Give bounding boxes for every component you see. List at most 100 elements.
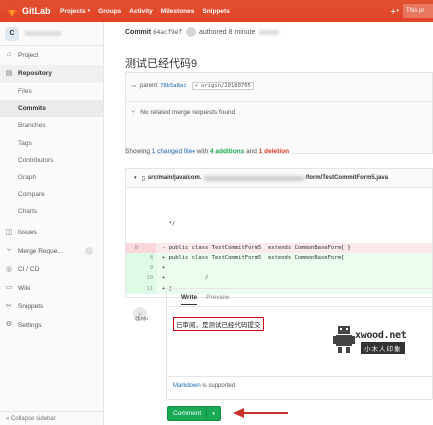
sidebar-item-snippets[interactable]: ✂ Snippets xyxy=(0,298,103,317)
new-line-number[interactable]: 10 xyxy=(141,273,156,284)
new-line-number[interactable]: 8 xyxy=(141,252,156,264)
avatar[interactable] xyxy=(185,27,196,37)
chevron-down-icon[interactable]: ▾ xyxy=(134,175,137,181)
nav-groups[interactable]: Groups xyxy=(98,8,121,15)
branch-icon: ⑂ xyxy=(194,83,198,89)
diff-line: 9 + xyxy=(126,263,432,274)
count-badge xyxy=(84,247,93,256)
diff-file-header[interactable]: ▾ ▯ src/main/java/com. /form/TestCommitF… xyxy=(126,169,432,188)
chevron-down-icon: ▾ xyxy=(396,8,399,14)
diff-spacer xyxy=(126,229,432,243)
changed-files-link[interactable]: 1 changed file xyxy=(152,148,192,155)
arrow-annotation-icon xyxy=(233,408,288,418)
old-line-number[interactable] xyxy=(126,273,141,284)
sidebar-sub-contributors[interactable]: Contributors xyxy=(0,152,103,169)
sidebar-sub-charts[interactable]: Charts xyxy=(0,203,103,220)
sidebar-item-label: Merge Reque... xyxy=(18,247,63,255)
merge-request-icon: ⑂ xyxy=(131,109,136,116)
old-line-number[interactable] xyxy=(126,208,141,218)
parent-sha-link[interactable]: 78b5a8ac xyxy=(160,83,187,89)
old-line-number[interactable] xyxy=(126,252,141,264)
old-line-number[interactable]: 8 xyxy=(126,242,141,253)
sidebar-item-ci-cd[interactable]: ◎ CI / CD xyxy=(0,261,103,280)
diff-lines: */ 8 - public class TestCommitForm5 extend… xyxy=(126,188,432,294)
nav-snippets[interactable]: Snippets xyxy=(202,8,229,15)
sidebar-sub-files[interactable]: Files xyxy=(0,83,103,100)
sidebar-item-label: Settings xyxy=(18,321,42,329)
new-line-number[interactable]: 11 xyxy=(141,283,156,294)
markdown-link[interactable]: Markdown xyxy=(173,383,201,389)
comment-tabs: Write Preview xyxy=(181,294,238,305)
new-line-number[interactable] xyxy=(141,219,156,229)
top-navbar: GitLab Projects ▾ Groups Activity Milesto… xyxy=(0,0,433,22)
main-content: Commit 64acf9ef authored 8 minute 测试已经代码… xyxy=(105,22,433,425)
sidebar-item-issues[interactable]: ◫ Issues xyxy=(0,224,103,243)
home-icon: ⌂ xyxy=(6,51,12,59)
diff-line: 10 + / xyxy=(126,273,432,284)
new-line-number[interactable] xyxy=(141,188,156,198)
additions-count: 4 additions xyxy=(209,148,245,155)
tab-write[interactable]: Write xyxy=(181,294,198,305)
old-line-number[interactable] xyxy=(126,188,141,198)
with-text: with xyxy=(196,148,209,155)
collapse-label: Collapse sidebar xyxy=(11,416,56,422)
sidebar-sub-branches[interactable]: Branches xyxy=(0,117,103,134)
new-line-number[interactable] xyxy=(141,242,156,253)
issues-icon: ◫ xyxy=(5,228,13,236)
project-header[interactable]: C xyxy=(0,22,103,46)
nav-projects-label: Projects xyxy=(60,7,86,15)
diff-line: */ xyxy=(126,219,432,229)
gitlab-brand[interactable]: GitLab xyxy=(0,5,60,17)
sidebar-item-repository[interactable]: ▤ Repository xyxy=(0,64,103,83)
sidebar-item-wiki[interactable]: ▭ Wiki xyxy=(0,279,103,298)
comment-button[interactable]: Comment ▾ xyxy=(167,406,221,421)
old-line-number[interactable] xyxy=(126,219,141,229)
old-line-number[interactable] xyxy=(126,283,141,294)
sidebar-item-label: CI / CD xyxy=(18,266,40,274)
nav-projects[interactable]: Projects ▾ xyxy=(60,8,90,15)
branch-tag[interactable]: ⑂ origin/20180705 xyxy=(191,82,254,90)
snippet-icon: ✂ xyxy=(6,302,12,310)
search-input[interactable]: This pr xyxy=(403,4,433,18)
sidebar-sub-compare[interactable]: Compare xyxy=(0,186,103,203)
diff-line xyxy=(126,208,432,218)
sidebar-item-merge-requests[interactable]: ⑂ Merge Reque... xyxy=(0,242,103,261)
code-text: - public class TestCommitForm5 extends C… xyxy=(162,244,351,251)
nav-milestones[interactable]: Milestones xyxy=(161,8,195,15)
sidebar: C ⌂ Project ▤ Repository Files Commits B… xyxy=(0,22,104,425)
watermark-sub: 小木人印象 xyxy=(361,342,405,354)
code-text: + xyxy=(162,265,166,272)
authored-text: authored 8 minute xyxy=(198,28,256,36)
commit-sha[interactable]: 64acf9ef xyxy=(153,29,182,36)
chevron-down-icon[interactable]: ▾ xyxy=(207,411,220,417)
nav-activity[interactable]: Activity xyxy=(129,8,152,15)
new-line-number[interactable]: 9 xyxy=(141,263,156,274)
old-line-number[interactable] xyxy=(126,263,141,274)
gitlab-logo-icon xyxy=(6,5,18,17)
project-name-blurred xyxy=(25,31,61,36)
commit-info-box: ⊸ parent 78b5a8ac ⑂ origin/20180705 ⑂ No… xyxy=(125,72,433,154)
project-avatar: C xyxy=(5,26,19,41)
new-line-number[interactable] xyxy=(141,198,156,208)
comment-text: 已审阅，是测试已经代码提交 xyxy=(173,317,264,331)
collapse-sidebar-button[interactable]: « Collapse sidebar xyxy=(0,411,104,425)
nav-snippets-label: Snippets xyxy=(202,7,230,15)
no-merge-requests-text: No related merge requests found xyxy=(140,109,236,116)
sidebar-item-settings[interactable]: ⚙ Settings xyxy=(0,316,103,335)
blurred-author xyxy=(259,29,280,35)
collapse-icon: « xyxy=(6,416,10,422)
and-text: and xyxy=(246,148,257,155)
markdown-suffix: is supported xyxy=(202,383,236,389)
avatar-label: @nju xyxy=(135,316,148,322)
sidebar-sub-commits[interactable]: Commits xyxy=(0,100,103,118)
sidebar-item-project[interactable]: ⌂ Project xyxy=(0,46,103,65)
sidebar-sub-graph[interactable]: Graph xyxy=(0,169,103,186)
divider xyxy=(126,101,432,102)
old-line-number[interactable] xyxy=(126,198,141,208)
sidebar-sub-tags[interactable]: Tags xyxy=(0,135,103,152)
tab-preview[interactable]: Preview xyxy=(206,294,229,305)
new-dropdown-button[interactable]: + ▾ xyxy=(391,7,399,16)
new-line-number[interactable] xyxy=(141,208,156,218)
merge-requests-row: ⑂ No related merge requests found xyxy=(131,109,235,116)
file-path-blurred xyxy=(203,175,304,181)
